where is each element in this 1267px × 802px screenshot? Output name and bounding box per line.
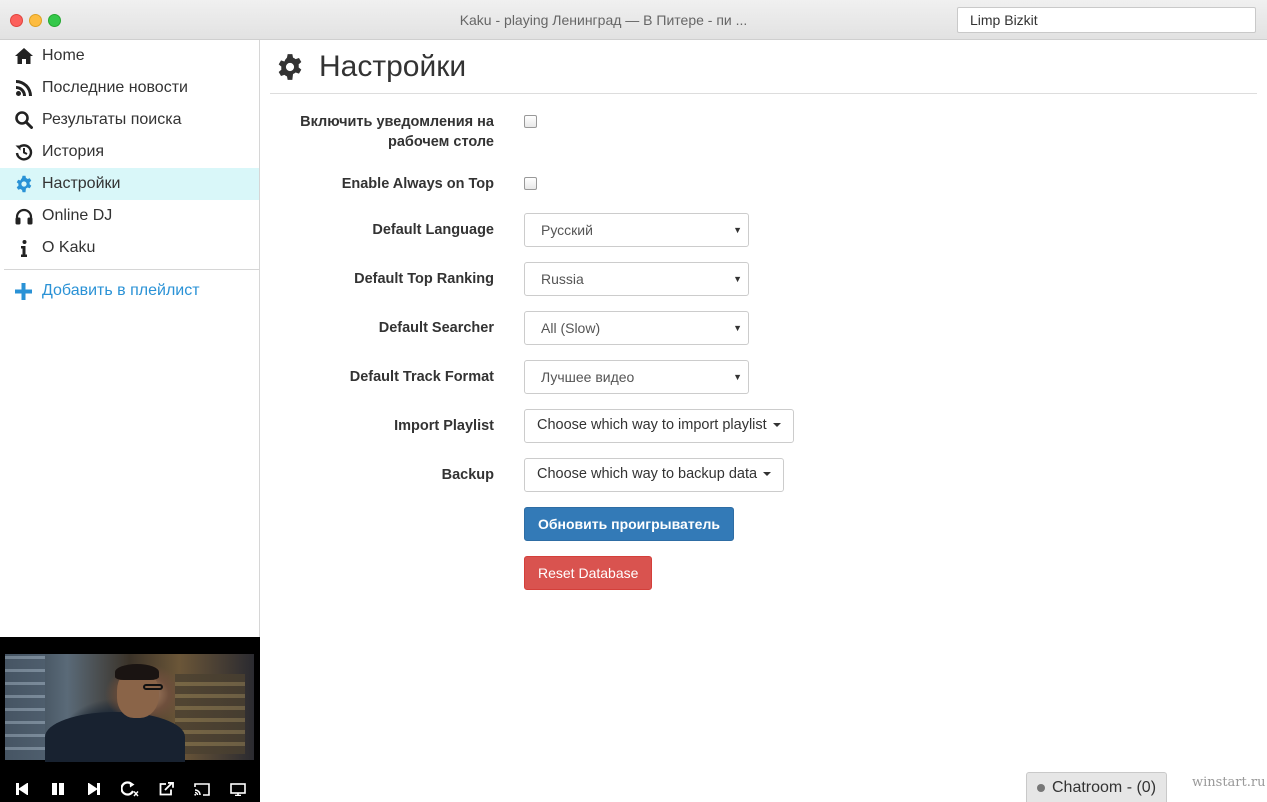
sidebar-item-history[interactable]: История (0, 136, 259, 168)
backup-dropdown[interactable]: Choose which way to backup data (524, 458, 785, 492)
mini-player (0, 637, 260, 802)
plus-icon (14, 282, 33, 301)
chevron-down-icon: ▼ (733, 372, 742, 382)
sidebar: Home Последние новости Результаты поиска… (0, 40, 260, 802)
chatroom-label: Chatroom - (0) (1052, 778, 1157, 796)
search-input[interactable] (957, 7, 1256, 33)
main-content: Настройки Включить уведомления на рабоче… (270, 40, 1257, 802)
sidebar-item-about[interactable]: О Kaku (0, 232, 259, 264)
caret-down-icon (763, 472, 772, 477)
add-to-playlist-label: Добавить в плейлист (42, 282, 200, 299)
language-label: Default Language (372, 222, 494, 238)
always-on-top-label: Enable Always on Top (341, 176, 494, 192)
info-icon (14, 239, 33, 258)
searcher-select[interactable]: All (Slow) ▼ (524, 311, 749, 345)
sidebar-item-settings[interactable]: Настройки (0, 168, 259, 200)
chevron-down-icon: ▼ (733, 274, 742, 284)
video-thumbnail[interactable] (5, 654, 254, 762)
ranking-select[interactable]: Russia ▼ (524, 262, 749, 296)
track-format-select[interactable]: Лучшее видео ▼ (524, 360, 749, 394)
repeat-off-icon[interactable] (120, 780, 140, 798)
notifications-checkbox[interactable] (524, 115, 537, 128)
caret-down-icon (772, 423, 781, 428)
searcher-select-value: All (Slow) (541, 320, 601, 336)
import-playlist-label: Import Playlist (394, 418, 494, 434)
sidebar-item-label: Home (42, 47, 85, 64)
pause-button[interactable] (48, 780, 68, 798)
import-playlist-button-label: Choose which way to import playlist (537, 417, 767, 433)
sidebar-item-label: Настройки (42, 175, 121, 192)
sidebar-item-online-dj[interactable]: Online DJ (0, 200, 259, 232)
chevron-down-icon: ▼ (733, 225, 742, 235)
page-title: Настройки (319, 49, 467, 83)
sidebar-item-home[interactable]: Home (0, 40, 259, 72)
headphones-icon (14, 207, 33, 226)
title-bar: Kaku - playing Ленинград — В Питере - пи… (0, 0, 1267, 40)
history-icon (14, 143, 33, 162)
update-player-button[interactable]: Обновить проигрыватель (524, 507, 734, 541)
sidebar-item-label: О Kaku (42, 239, 96, 256)
previous-track-button[interactable] (12, 780, 32, 798)
chatroom-button[interactable]: Chatroom - (0) (1026, 772, 1167, 802)
ranking-select-value: Russia (541, 271, 584, 287)
track-format-select-value: Лучшее видео (541, 369, 635, 385)
sidebar-item-label: История (42, 143, 105, 160)
sidebar-item-label: Online DJ (42, 207, 113, 224)
sidebar-item-search-results[interactable]: Результаты поиска (0, 104, 259, 136)
notifications-label: Включить уведомления на рабочем столе (300, 114, 494, 150)
chevron-down-icon: ▼ (733, 323, 742, 333)
gear-icon (14, 175, 33, 194)
page-header: Настройки (270, 40, 1257, 94)
add-to-playlist-button[interactable]: Добавить в плейлист (0, 275, 259, 307)
sidebar-item-label: Последние новости (42, 79, 188, 96)
rss-icon (14, 79, 33, 98)
status-dot (1037, 783, 1045, 792)
screen-icon[interactable] (228, 780, 248, 798)
always-on-top-checkbox[interactable] (524, 177, 537, 190)
backup-button-label: Choose which way to backup data (537, 466, 758, 482)
reset-database-button[interactable]: Reset Database (524, 556, 653, 590)
external-link-icon[interactable] (156, 780, 176, 798)
track-format-label: Default Track Format (349, 369, 494, 385)
next-track-button[interactable] (84, 780, 104, 798)
searcher-label: Default Searcher (378, 320, 494, 336)
import-playlist-dropdown[interactable]: Choose which way to import playlist (524, 409, 794, 443)
backup-label: Backup (441, 467, 494, 483)
sidebar-item-news[interactable]: Последние новости (0, 72, 259, 104)
cast-icon[interactable] (192, 780, 212, 798)
language-select-value: Русский (541, 222, 593, 238)
sidebar-divider (4, 269, 259, 270)
search-icon (14, 111, 33, 130)
gear-icon (276, 53, 304, 81)
watermark: winstart.ru (1192, 775, 1266, 790)
language-select[interactable]: Русский ▼ (524, 213, 749, 247)
player-controls (0, 776, 260, 802)
sidebar-item-label: Результаты поиска (42, 111, 182, 128)
ranking-label: Default Top Ranking (354, 271, 494, 287)
home-icon (14, 47, 33, 66)
